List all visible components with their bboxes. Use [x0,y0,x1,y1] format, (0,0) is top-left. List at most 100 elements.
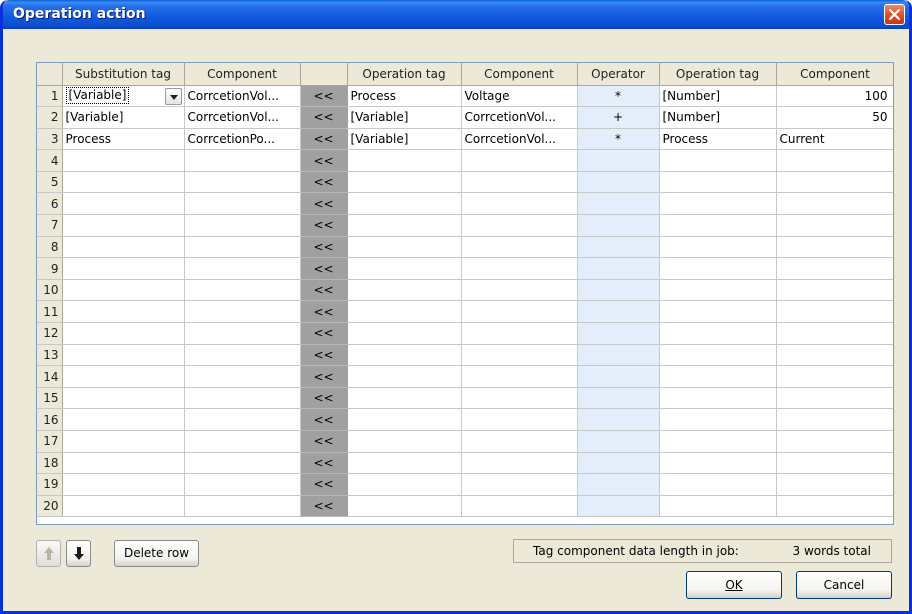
operation-tag-1-cell[interactable] [347,214,462,237]
substitution-component-cell[interactable] [184,495,301,518]
substitution-tag-dropdown-button[interactable] [164,87,182,105]
operation-component-1-cell[interactable] [461,192,578,216]
operator-cell[interactable]: * [577,128,660,151]
substitution-tag-cell[interactable] [62,257,185,280]
operator-cell[interactable] [577,344,660,367]
operation-tag-1-cell[interactable] [347,300,462,324]
table-row[interactable]: 1 [Variable] CorrcetionVol... << Process Volt… [37,85,893,108]
table-row[interactable]: 19 << [37,473,893,496]
close-button[interactable] [884,4,905,25]
substitution-tag-cell[interactable] [62,214,185,237]
operation-tag-2-cell[interactable] [659,322,777,345]
operation-component-1-cell[interactable] [461,279,578,302]
table-row[interactable]: 3 Process CorrcetionPo... << [Variable] Corrc… [37,128,893,151]
operation-component-2-cell[interactable] [776,257,893,280]
table-row[interactable]: 17 << [37,430,893,453]
operation-component-2-cell[interactable]: Current [776,128,893,151]
operator-cell[interactable] [577,452,660,475]
operator-cell[interactable] [577,408,660,431]
operation-tag-2-cell[interactable]: [Number] [659,85,777,108]
table-row[interactable]: 4 << [37,149,893,172]
substitution-component-cell[interactable] [184,192,301,216]
operation-tag-1-cell[interactable] [347,430,462,453]
table-row[interactable]: 9 << [37,257,893,280]
substitution-component-cell[interactable]: CorrcetionVol... [184,85,301,108]
operation-tag-1-cell[interactable]: Process [347,85,462,108]
operation-grid[interactable]: Substitution tag Component Operation tag… [36,62,894,525]
substitution-tag-cell[interactable] [62,473,185,496]
substitution-component-cell[interactable] [184,257,301,280]
operation-tag-1-cell[interactable] [347,322,462,345]
operation-component-1-cell[interactable] [461,365,578,388]
operation-component-1-cell[interactable] [461,236,578,259]
substitution-component-cell[interactable] [184,236,301,259]
operator-cell[interactable]: + [577,106,660,129]
substitution-component-cell[interactable] [184,322,301,345]
substitution-tag-cell[interactable] [62,300,185,324]
delete-row-button[interactable]: Delete row [114,540,199,567]
operation-tag-1-cell[interactable] [347,236,462,259]
operator-cell[interactable] [577,149,660,172]
operator-cell[interactable] [577,214,660,237]
operation-component-1-cell[interactable] [461,257,578,280]
operation-component-1-cell[interactable] [461,214,578,237]
operation-tag-2-cell[interactable] [659,452,777,475]
header-substitution-tag[interactable]: Substitution tag [62,63,185,86]
operation-component-2-cell[interactable] [776,236,893,259]
operation-tag-2-cell[interactable] [659,257,777,280]
operation-tag-2-cell[interactable] [659,344,777,367]
table-row[interactable]: 20 << [37,495,893,518]
move-up-button[interactable] [36,540,61,567]
table-row[interactable]: 8 << [37,236,893,259]
operation-component-2-cell[interactable] [776,300,893,324]
operation-component-1-cell[interactable] [461,149,578,172]
operation-component-2-cell[interactable] [776,171,893,194]
operator-cell[interactable] [577,279,660,302]
operator-cell[interactable] [577,171,660,194]
substitution-tag-cell[interactable] [62,495,185,518]
substitution-component-cell[interactable] [184,365,301,388]
operation-component-1-cell[interactable] [461,300,578,324]
substitution-tag-cell[interactable]: Process [62,128,185,151]
operation-tag-1-cell[interactable] [347,495,462,518]
operation-component-2-cell[interactable] [776,344,893,367]
operation-tag-2-cell[interactable] [659,236,777,259]
operation-tag-1-cell[interactable] [347,365,462,388]
substitution-component-cell[interactable] [184,452,301,475]
operator-cell[interactable] [577,236,660,259]
operation-component-1-cell[interactable]: CorrcetionVol... [461,128,578,151]
operator-cell[interactable] [577,365,660,388]
table-row[interactable]: 2 [Variable] CorrcetionVol... << [Variable] C… [37,106,893,129]
operation-tag-2-cell[interactable] [659,214,777,237]
operation-tag-1-cell[interactable] [347,387,462,410]
operation-tag-1-cell[interactable] [347,452,462,475]
operation-tag-2-cell[interactable] [659,495,777,518]
operation-component-2-cell[interactable] [776,192,893,216]
substitution-component-cell[interactable] [184,430,301,453]
operation-tag-2-cell[interactable] [659,365,777,388]
header-operation-tag-2[interactable]: Operation tag [659,63,777,86]
operator-cell[interactable] [577,473,660,496]
substitution-component-cell[interactable] [184,408,301,431]
operation-component-1-cell[interactable] [461,322,578,345]
operation-tag-1-cell[interactable] [347,192,462,216]
table-row[interactable]: 7 << [37,214,893,237]
header-operation-tag-1[interactable]: Operation tag [347,63,462,86]
ok-button[interactable]: OK [686,571,782,599]
substitution-component-cell[interactable] [184,171,301,194]
table-row[interactable]: 5 << [37,171,893,194]
header-operator[interactable]: Operator [577,63,660,86]
operation-tag-1-cell[interactable] [347,149,462,172]
operation-tag-1-cell[interactable]: [Variable] [347,128,462,151]
substitution-component-cell[interactable] [184,300,301,324]
operation-component-2-cell[interactable] [776,473,893,496]
substitution-tag-cell[interactable]: [Variable] [62,85,185,108]
operation-component-2-cell[interactable] [776,149,893,172]
table-row[interactable]: 6 << [37,192,893,216]
table-row[interactable]: 13 << [37,344,893,367]
operation-tag-2-cell[interactable]: [Number] [659,106,777,129]
operation-component-1-cell[interactable] [461,171,578,194]
table-row[interactable]: 10 << [37,279,893,302]
operator-cell[interactable] [577,387,660,410]
substitution-component-cell[interactable]: CorrcetionPo... [184,128,301,151]
